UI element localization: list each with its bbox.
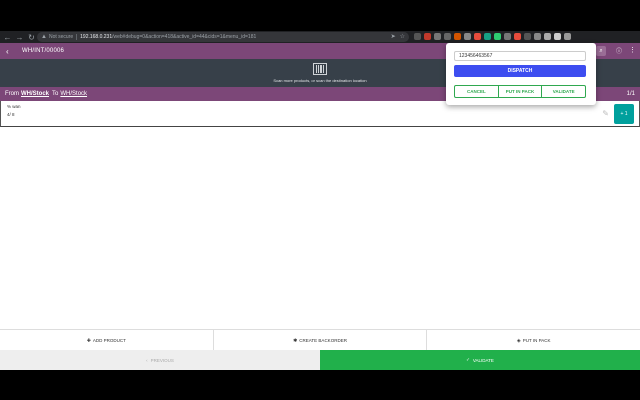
back-chevron-icon[interactable]: ‹	[6, 47, 14, 56]
previous-button[interactable]: ‹ PREVIOUS	[0, 350, 320, 370]
create-backorder-button[interactable]: ✱ CREATE BACKORDER	[214, 330, 428, 351]
action-bar: ✚ ADD PRODUCT ✱ CREATE BACKORDER ◈ PUT I…	[0, 329, 640, 351]
pencil-icon[interactable]: ✎	[602, 109, 609, 118]
line-product: % wan	[7, 104, 21, 109]
warning-icon: ▲	[41, 34, 47, 40]
extension-icon[interactable]	[454, 33, 461, 40]
reload-icon[interactable]: ↻	[27, 33, 36, 42]
barcode-icon	[313, 63, 327, 75]
barcode-input[interactable]	[454, 51, 586, 61]
kebab-menu-icon[interactable]: ⋮	[629, 46, 636, 54]
extension-icon[interactable]	[434, 33, 441, 40]
chevron-left-icon: ‹	[146, 357, 148, 363]
dispatch-button[interactable]: DISPATCH	[454, 65, 586, 77]
screen: ← → ↻ ▲ Not secure 192.168.0.231/web#deb…	[0, 0, 640, 400]
validate-label: VALIDATE	[472, 357, 494, 363]
page-title: WH/INT/00006	[22, 48, 65, 54]
previous-label: PREVIOUS	[150, 357, 174, 363]
line-quantity: 4/ 8	[7, 112, 15, 117]
footer-bar: ‹ PREVIOUS ✓ VALIDATE	[0, 350, 640, 370]
info-icon[interactable]: ⓘ	[616, 46, 622, 55]
extension-icon[interactable]	[424, 33, 431, 40]
increment-button[interactable]: + 1	[614, 104, 634, 124]
browser-menu-icon[interactable]	[564, 33, 571, 40]
create-backorder-label: CREATE BACKORDER	[299, 338, 347, 343]
popup-cancel-button[interactable]: CANCEL	[455, 86, 499, 97]
search-icon[interactable]: ⌕	[596, 46, 606, 56]
to-label: To	[52, 91, 59, 97]
validate-button[interactable]: ✓ VALIDATE	[320, 350, 640, 370]
browser-tabstrip	[0, 0, 640, 31]
forward-arrow-icon[interactable]: →	[15, 33, 24, 42]
browser-toolbar: ← → ↻ ▲ Not secure 192.168.0.231/web#deb…	[0, 31, 640, 43]
url-text: 192.168.0.231/web#debug=0&action=418&act…	[80, 34, 256, 40]
share-icon[interactable]: ➤	[391, 33, 396, 40]
backorder-icon: ✱	[293, 337, 298, 344]
security-label: Not secure	[48, 34, 74, 40]
from-label: From	[5, 91, 19, 97]
url-host: 192.168.0.231	[80, 34, 113, 40]
profile-avatar-icon[interactable]	[554, 33, 561, 40]
extension-icon[interactable]	[484, 33, 491, 40]
check-icon: ✓	[466, 357, 470, 362]
add-product-label: ADD PRODUCT	[92, 338, 126, 343]
plus-icon: ✚	[86, 337, 91, 344]
extensions-row	[414, 33, 571, 40]
extension-icon[interactable]	[444, 33, 451, 40]
back-arrow-icon[interactable]: ←	[3, 33, 12, 42]
extension-icon[interactable]	[464, 33, 471, 40]
popup-button-group: CANCEL PUT IN PACK VALIDATE	[454, 85, 586, 98]
extension-icon[interactable]	[534, 33, 541, 40]
package-icon: ◈	[516, 337, 521, 344]
extension-popup: DISPATCH CANCEL PUT IN PACK VALIDATE	[446, 43, 596, 105]
popup-validate-button[interactable]: VALIDATE	[542, 86, 585, 97]
put-in-pack-button[interactable]: ◈ PUT IN PACK	[427, 330, 640, 351]
extension-icon[interactable]	[504, 33, 511, 40]
extension-icon[interactable]	[524, 33, 531, 40]
omnibox-actions: ➤ ☆	[391, 33, 405, 40]
extension-icon[interactable]	[414, 33, 421, 40]
page-counter: 1/1	[626, 91, 635, 97]
url-path: /web#debug=0&action=418&active_id=44&cid…	[112, 34, 257, 40]
screen-bottom-area	[0, 370, 640, 400]
extension-icon[interactable]	[494, 33, 501, 40]
address-bar[interactable]: ▲ Not secure 192.168.0.231/web#debug=0&a…	[37, 32, 409, 42]
destination-location[interactable]: WH/Stock	[60, 91, 87, 97]
popup-put-in-pack-button[interactable]: PUT IN PACK	[499, 86, 543, 97]
address-divider	[76, 34, 78, 40]
main-content: % wan 4/ 8 ✎ + 1	[0, 101, 640, 329]
bookmark-star-icon[interactable]: ☆	[400, 33, 405, 40]
add-product-button[interactable]: ✚ ADD PRODUCT	[0, 330, 214, 351]
extensions-puzzle-icon[interactable]	[544, 33, 551, 40]
extension-icon[interactable]	[514, 33, 521, 40]
scan-hint: Scan more products, or scan the destinat…	[273, 78, 367, 83]
extension-icon[interactable]	[474, 33, 481, 40]
source-location[interactable]: WH/Stock	[21, 91, 49, 97]
put-in-pack-label: PUT IN PACK	[522, 338, 551, 343]
